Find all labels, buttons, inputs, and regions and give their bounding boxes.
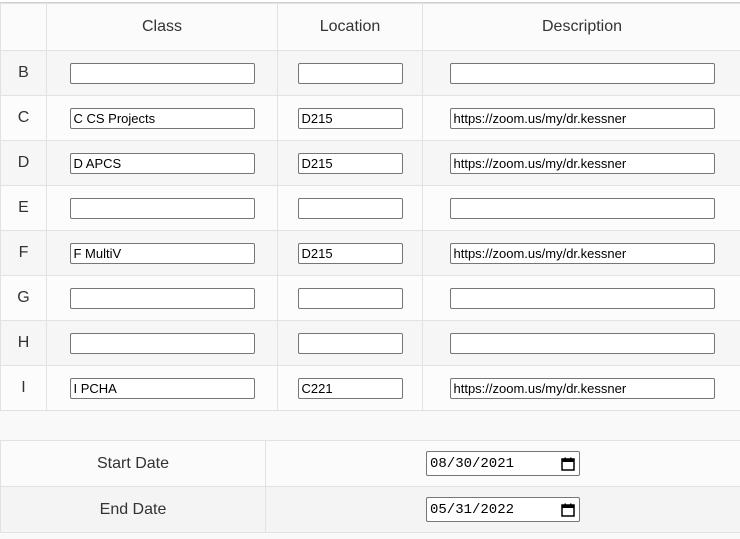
period-label: B xyxy=(0,50,47,96)
end-date-input[interactable]: 05/31/2022 xyxy=(426,497,580,522)
period-column-header xyxy=(0,3,47,51)
schedule-table: Class Location Description BCDEFGHI xyxy=(0,3,740,411)
start-date-value: 08/30/2021 xyxy=(430,455,515,472)
class-input[interactable] xyxy=(69,377,255,399)
start-date-input[interactable]: 08/30/2021 xyxy=(426,451,580,476)
class-input[interactable] xyxy=(69,152,255,174)
period-label: I xyxy=(0,365,47,411)
class-input[interactable] xyxy=(69,62,255,84)
location-input[interactable] xyxy=(297,287,403,309)
table-row: E xyxy=(0,185,740,231)
location-input[interactable] xyxy=(297,377,403,399)
location-input[interactable] xyxy=(297,107,403,129)
period-label: C xyxy=(0,95,47,141)
location-input[interactable] xyxy=(297,197,403,219)
location-column-header: Location xyxy=(277,3,423,51)
class-input[interactable] xyxy=(69,332,255,354)
table-row: I xyxy=(0,365,740,411)
description-input[interactable] xyxy=(449,242,715,264)
calendar-icon[interactable] xyxy=(561,503,575,517)
end-date-label: End Date xyxy=(0,486,266,533)
date-range-table: Start Date 08/30/2021 End Date 05/31/202… xyxy=(0,440,740,533)
table-row: B xyxy=(0,50,740,96)
table-row: D xyxy=(0,140,740,186)
header-row: Class Location Description xyxy=(0,3,740,51)
table-row: G xyxy=(0,275,740,321)
period-label: G xyxy=(0,275,47,321)
class-input[interactable] xyxy=(69,242,255,264)
description-input[interactable] xyxy=(449,377,715,399)
period-label: E xyxy=(0,185,47,231)
table-row: F xyxy=(0,230,740,276)
location-input[interactable] xyxy=(297,332,403,354)
description-input[interactable] xyxy=(449,287,715,309)
start-date-label: Start Date xyxy=(0,440,266,487)
description-input[interactable] xyxy=(449,197,715,219)
description-input[interactable] xyxy=(449,152,715,174)
class-input[interactable] xyxy=(69,287,255,309)
period-label: F xyxy=(0,230,47,276)
class-column-header: Class xyxy=(46,3,278,51)
table-row: C xyxy=(0,95,740,141)
class-input[interactable] xyxy=(69,107,255,129)
end-date-value: 05/31/2022 xyxy=(430,501,515,518)
location-input[interactable] xyxy=(297,152,403,174)
end-date-row: End Date 05/31/2022 xyxy=(0,486,740,533)
start-date-row: Start Date 08/30/2021 xyxy=(0,440,740,487)
calendar-icon[interactable] xyxy=(561,457,575,471)
description-column-header: Description xyxy=(422,3,740,51)
table-row: H xyxy=(0,320,740,366)
period-label: D xyxy=(0,140,47,186)
location-input[interactable] xyxy=(297,62,403,84)
location-input[interactable] xyxy=(297,242,403,264)
description-input[interactable] xyxy=(449,107,715,129)
period-label: H xyxy=(0,320,47,366)
description-input[interactable] xyxy=(449,332,715,354)
description-input[interactable] xyxy=(449,62,715,84)
class-input[interactable] xyxy=(69,197,255,219)
